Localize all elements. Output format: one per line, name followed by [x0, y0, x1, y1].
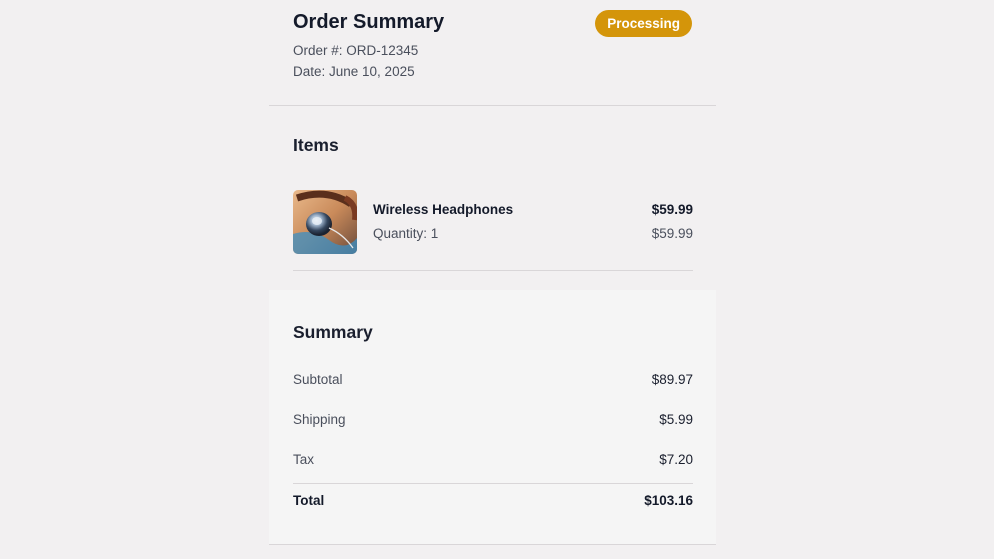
item-price: $59.99 — [651, 202, 693, 217]
order-date: Date: June 10, 2025 — [293, 64, 415, 79]
subtotal-row: Subtotal $89.97 — [293, 372, 693, 392]
order-summary-card: Order Summary Order #: ORD-12345 Date: J… — [269, 0, 716, 559]
list-item: Wireless Headphones Quantity: 1 $59.99 $… — [293, 190, 693, 271]
items-heading: Items — [293, 135, 339, 155]
order-header: Order Summary Order #: ORD-12345 Date: J… — [269, 0, 716, 106]
tax-row: Tax $7.20 — [293, 452, 693, 472]
product-image — [293, 190, 357, 254]
items-section: Items Wireless Headphones Quantity: 1 $5… — [269, 106, 716, 288]
shipping-value: $5.99 — [659, 412, 693, 427]
shipping-label: Shipping — [293, 412, 346, 427]
item-unit-price: $59.99 — [651, 226, 693, 241]
shipping-row: Shipping $5.99 — [293, 412, 693, 432]
item-quantity: Quantity: 1 — [373, 226, 439, 241]
page-title: Order Summary — [293, 11, 445, 33]
summary-heading: Summary — [293, 322, 373, 342]
total-row: Total $103.16 — [293, 493, 693, 513]
total-label: Total — [293, 493, 325, 508]
total-value: $103.16 — [644, 493, 693, 508]
tax-value: $7.20 — [659, 452, 693, 467]
subtotal-label: Subtotal — [293, 372, 343, 387]
status-badge: Processing — [595, 10, 692, 37]
total-divider — [293, 483, 693, 484]
summary-section: Summary Subtotal $89.97 Shipping $5.99 T… — [269, 290, 716, 545]
tax-label: Tax — [293, 452, 315, 467]
order-number: Order #: ORD-12345 — [293, 43, 419, 58]
subtotal-value: $89.97 — [651, 372, 693, 387]
item-name: Wireless Headphones — [373, 202, 514, 217]
